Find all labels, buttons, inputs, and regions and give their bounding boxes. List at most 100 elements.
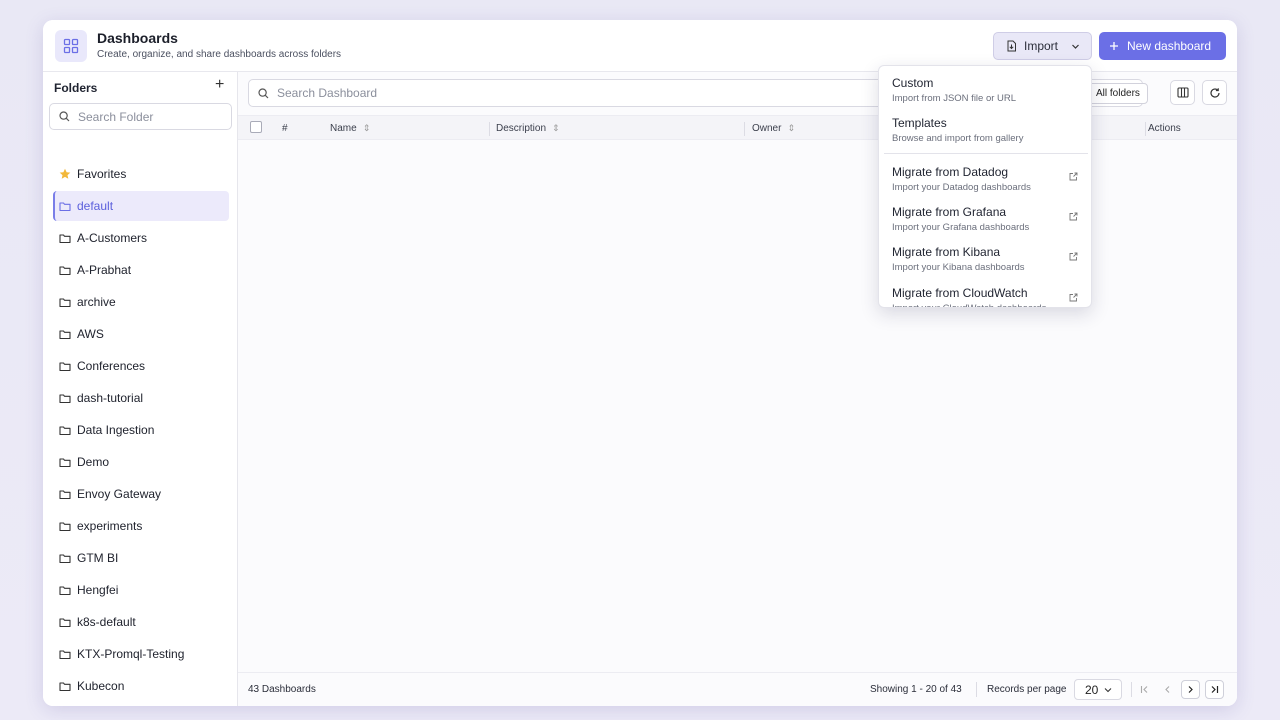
dashboard-count: 43 Dashboards bbox=[248, 684, 316, 695]
search-icon bbox=[258, 87, 269, 98]
import-menu-item-title: Migrate from Datadog bbox=[892, 165, 1009, 179]
all-folders-toggle[interactable]: All folders bbox=[1088, 83, 1148, 104]
sidebar-item-folder[interactable]: k8s-default bbox=[53, 607, 229, 637]
sidebar-item-folder[interactable]: Hengfei bbox=[53, 575, 229, 605]
sidebar-item-label: AWS bbox=[77, 327, 104, 341]
previous-page-button[interactable] bbox=[1158, 680, 1177, 699]
sidebar-item-label: Kubecon bbox=[77, 679, 125, 693]
folders-sidebar: Folders + Favorites default A-Customers A-P… bbox=[43, 72, 238, 706]
sidebar-item-label: default bbox=[77, 199, 114, 213]
dashboard-search-input[interactable] bbox=[277, 86, 877, 100]
import-menu-item-description: Browse and import from gallery bbox=[892, 133, 1024, 144]
sidebar-item-folder[interactable]: A-Prabhat bbox=[53, 255, 229, 285]
sidebar-item-label: dash-tutorial bbox=[77, 391, 144, 405]
folder-icon bbox=[59, 233, 71, 244]
columns-button[interactable] bbox=[1170, 80, 1195, 105]
column-actions: Actions bbox=[1148, 123, 1181, 134]
sidebar-item-label: Envoy Gateway bbox=[77, 487, 162, 501]
sidebar-item-folder[interactable]: GTM BI bbox=[53, 543, 229, 573]
chevron-down-icon bbox=[1072, 44, 1079, 49]
import-menu-item-title: Migrate from CloudWatch bbox=[892, 286, 1028, 300]
dashboard-grid-icon bbox=[55, 30, 87, 62]
import-menu-item-description: Import your CloudWatch dashboards bbox=[892, 303, 1046, 307]
search-icon bbox=[59, 111, 70, 122]
import-menu-item-description: Import your Datadog dashboards bbox=[892, 182, 1031, 193]
sidebar-item-folder[interactable]: default bbox=[53, 191, 229, 221]
column-description[interactable]: Description ⇕ bbox=[496, 123, 560, 134]
first-page-button[interactable] bbox=[1135, 680, 1154, 699]
import-menu-item-title: Migrate from Grafana bbox=[892, 205, 1007, 219]
import-menu-item[interactable]: Migrate from Grafana Import your Grafana … bbox=[879, 195, 1091, 233]
import-menu-item[interactable]: Migrate from Datadog Import your Datadog … bbox=[879, 155, 1091, 193]
sidebar-item-folder[interactable]: Data Ingestion bbox=[53, 415, 229, 445]
sidebar-item-folder[interactable]: KTX-Promql-Testing bbox=[53, 639, 229, 669]
new-dashboard-button[interactable]: New dashboard bbox=[1099, 32, 1226, 60]
import-menu-item[interactable]: Migrate from CloudWatch Import your Cloud… bbox=[879, 276, 1091, 307]
records-per-page-select[interactable]: 20 bbox=[1074, 679, 1122, 700]
sidebar-item-label: Favorites bbox=[77, 167, 127, 181]
refresh-icon bbox=[1209, 87, 1220, 98]
star-icon bbox=[59, 168, 71, 180]
folder-icon bbox=[59, 489, 71, 500]
sidebar-item-folder[interactable]: Demo bbox=[53, 447, 229, 477]
sort-icon: ⇕ bbox=[787, 123, 795, 133]
sidebar-item-label: A-Customers bbox=[77, 231, 148, 245]
import-menu-item[interactable]: Custom Import from JSON file or URL bbox=[879, 66, 1091, 104]
column-owner[interactable]: Owner ⇕ bbox=[752, 123, 795, 134]
import-dropdown-menu: Custom Import from JSON file or URL Templa… bbox=[878, 65, 1092, 308]
sidebar-item-label: experiments bbox=[77, 519, 143, 533]
folder-search[interactable] bbox=[49, 103, 232, 130]
import-button[interactable]: Import bbox=[993, 32, 1092, 60]
page-subtitle: Create, organize, and share dashboards a… bbox=[97, 49, 342, 60]
sidebar-item-folder[interactable]: dash-tutorial bbox=[53, 383, 229, 413]
sidebar-item-label: archive bbox=[77, 295, 116, 309]
refresh-button[interactable] bbox=[1202, 80, 1227, 105]
folder-list: Favorites default A-Customers A-Prabhat arch… bbox=[53, 159, 229, 706]
column-name[interactable]: Name ⇕ bbox=[330, 123, 370, 134]
folders-title: Folders bbox=[54, 81, 98, 95]
column-divider bbox=[1145, 122, 1146, 136]
folder-icon bbox=[59, 681, 71, 692]
table-footer: 43 Dashboards Showing 1 - 20 of 43 Recor… bbox=[238, 672, 1237, 706]
import-menu-item[interactable]: Templates Browse and import from gallery bbox=[879, 106, 1091, 144]
last-page-button[interactable] bbox=[1205, 680, 1224, 699]
external-link-icon bbox=[1069, 248, 1078, 266]
sidebar-item-folder[interactable]: Kubernetes bbox=[53, 703, 229, 706]
new-dashboard-label: New dashboard bbox=[1127, 39, 1212, 53]
sidebar-item-folder[interactable]: A-Customers bbox=[53, 223, 229, 253]
sidebar-item-folder[interactable]: Kubecon bbox=[53, 671, 229, 701]
import-menu-item-title: Templates bbox=[892, 116, 947, 130]
sidebar-item-folder[interactable]: archive bbox=[53, 287, 229, 317]
folder-icon bbox=[59, 617, 71, 628]
sidebar-item-label: Conferences bbox=[77, 359, 146, 373]
sidebar-item-label: Data Ingestion bbox=[77, 423, 155, 437]
sidebar-item-label: Demo bbox=[77, 455, 110, 469]
folder-icon bbox=[59, 649, 71, 660]
folder-icon bbox=[59, 553, 71, 564]
records-per-page-label: Records per page bbox=[987, 684, 1067, 695]
sidebar-item-folder[interactable]: AWS bbox=[53, 319, 229, 349]
folder-icon bbox=[59, 265, 71, 276]
sidebar-item-label: GTM BI bbox=[77, 551, 119, 565]
folder-search-input[interactable] bbox=[78, 109, 218, 124]
import-menu-item[interactable]: Migrate from Kibana Import your Kibana da… bbox=[879, 235, 1091, 273]
pagination-summary: Showing 1 - 20 of 43 bbox=[870, 684, 962, 695]
column-divider bbox=[744, 122, 745, 136]
import-menu-item-description: Import your Kibana dashboards bbox=[892, 262, 1025, 273]
sidebar-item-folder[interactable]: Envoy Gateway bbox=[53, 479, 229, 509]
folder-icon bbox=[59, 521, 71, 532]
folder-icon bbox=[59, 329, 71, 340]
sidebar-item-folder[interactable]: Favorites bbox=[53, 159, 229, 189]
next-page-button[interactable] bbox=[1181, 680, 1200, 699]
folder-icon bbox=[59, 393, 71, 404]
sidebar-item-folder[interactable]: experiments bbox=[53, 511, 229, 541]
sidebar-item-label: Hengfei bbox=[77, 583, 119, 597]
chevron-right-icon bbox=[1188, 686, 1193, 693]
footer-divider bbox=[976, 682, 977, 697]
select-all-checkbox[interactable] bbox=[250, 121, 262, 133]
column-index: # bbox=[282, 123, 288, 134]
file-import-icon bbox=[1007, 40, 1016, 52]
add-folder-button[interactable]: + bbox=[215, 76, 224, 94]
external-link-icon bbox=[1069, 289, 1078, 307]
sidebar-item-folder[interactable]: Conferences bbox=[53, 351, 229, 381]
